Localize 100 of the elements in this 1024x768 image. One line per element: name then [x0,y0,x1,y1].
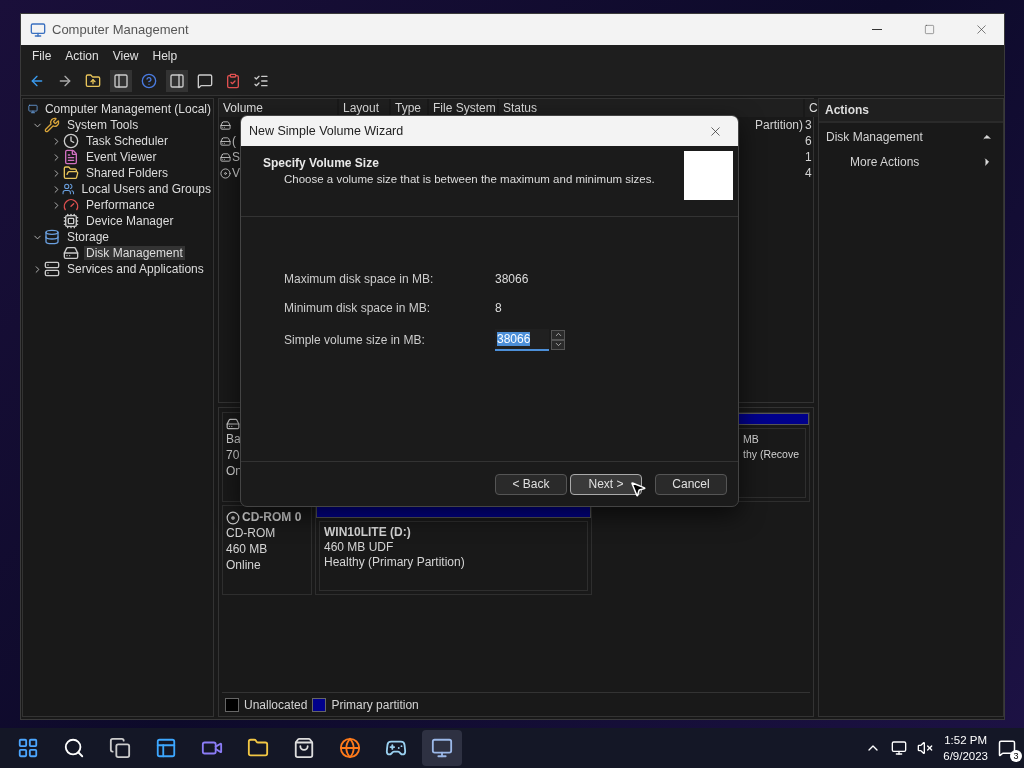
tree-item[interactable]: Shared Folders [84,166,171,180]
disc-icon [220,167,231,179]
disk-detail: 460 MB [226,542,269,557]
down-caret-icon [553,340,563,349]
partition-detail: 460 MB UDF [324,540,395,555]
dialog-title: New Simple Volume Wizard [249,124,405,138]
action-item[interactable]: More Actions [850,155,920,169]
drive-icon [220,119,231,131]
menu-item[interactable]: Help [145,49,185,63]
legend-label: Unallocated [244,698,308,712]
panel-button[interactable] [110,70,132,92]
list-icon [253,73,269,89]
storage-icon [44,229,60,245]
column-header[interactable]: Status [499,99,803,117]
shopping-bag-icon [293,737,315,759]
notification-badge: 3 [1010,750,1022,762]
computer-icon [431,737,453,759]
widgets-icon [155,737,177,759]
clock[interactable]: 1:52 PM 6/9/2023 [943,732,988,764]
spin-up-button[interactable] [551,329,565,340]
folder-icon [247,737,269,759]
table-cell-text: 1 [805,150,813,164]
field-label: Simple volume size in MB: [284,332,426,347]
field-value: 8 [495,300,502,315]
forward-arrow-icon [57,73,73,89]
window-title: Computer Management [52,22,190,37]
wizard-subtitle: Choose a volume size that is between the maximum and minimum sizes. [283,173,656,185]
tree-item[interactable]: Device Manager [84,214,176,228]
tree-item[interactable]: Local Users and Groups [79,182,213,196]
tree-item[interactable]: Computer Management (Local) [42,102,213,116]
actions-header: Actions [819,99,1003,123]
tools-icon [44,117,60,133]
tree-item[interactable]: Event Viewer [84,150,159,164]
menu-item[interactable]: Action [58,49,106,63]
partition-title: WIN10LITE (D:) [324,525,412,540]
partition-detail: Healthy (Primary Partition) [324,555,466,570]
checklist-icon [225,73,241,89]
search-icon [63,737,85,759]
tree-item[interactable]: Storage [65,230,112,244]
action-section[interactable]: Disk Management [826,130,923,144]
table-cell: ( [232,134,236,148]
minimize-icon [872,29,882,30]
wizard-banner-image [684,151,733,200]
tree-item[interactable]: Task Scheduler [84,134,171,148]
clock-icon [63,133,79,149]
disk-detail: Ba [226,432,242,447]
disk-detail: Online [226,558,262,573]
partition-detail: MB [743,432,760,447]
users-icon [62,181,75,197]
muted-speaker-icon[interactable] [917,740,934,756]
table-cell: V [232,166,240,180]
drive-icon [220,151,231,163]
help-icon [141,73,157,89]
panel-icon [113,73,129,89]
folder-icon [85,73,101,89]
windows-logo-icon [17,737,39,759]
folder-icon [63,165,79,181]
table-cell-text: 6 [805,134,813,148]
table-cell-text: 4 [805,166,813,180]
tree-item[interactable]: Performance [84,198,157,212]
drive-icon [220,135,231,147]
spin-down-button[interactable] [551,339,565,350]
drive-icon [226,417,240,431]
maximize-icon [923,24,935,35]
network-icon[interactable] [891,740,908,756]
up-caret-icon [553,330,563,339]
speech-bubble-icon [197,73,213,89]
partition-detail: thy (Recove [743,447,801,462]
table-cell: S [232,150,240,164]
disk-detail: 70 [226,448,241,463]
dialog-button[interactable]: Cancel [655,473,727,495]
menu-item[interactable]: View [105,49,146,63]
field-label: Maximum disk space in MB: [284,271,435,286]
table-cell-text: 3 [805,118,813,132]
mouse-cursor-icon [629,480,647,498]
log-icon [63,149,79,165]
disk-name: CD-ROM 0 [242,510,302,525]
server-icon [44,261,60,277]
column-header[interactable]: C [805,99,819,117]
notification-icon[interactable] [998,739,1016,757]
windows-stack-icon [109,737,131,759]
gauge-icon [63,197,79,213]
wizard-heading: Specify Volume Size [263,156,380,170]
disk-detail: CD-ROM [226,526,277,541]
table-cell: Partition) [754,118,803,132]
panel-button[interactable] [166,70,188,92]
tree-item[interactable]: Services and Applications [65,262,206,276]
dialog-button[interactable]: < Back [495,473,567,495]
field-value: 38066 [495,271,529,286]
taskbar-app-button[interactable] [422,730,462,766]
disc-icon [226,510,240,525]
panel-icon [169,73,185,89]
legend-label: Primary partition [331,698,419,712]
globe-icon [339,737,361,759]
column-header[interactable]: Volume [219,99,337,117]
tree-item[interactable]: System Tools [65,118,141,132]
tree-item[interactable]: Disk Management [84,246,185,260]
dialog-button[interactable]: Next > [570,473,642,495]
field-label: Minimum disk space in MB: [284,300,432,315]
menu-item[interactable]: File [25,49,59,63]
